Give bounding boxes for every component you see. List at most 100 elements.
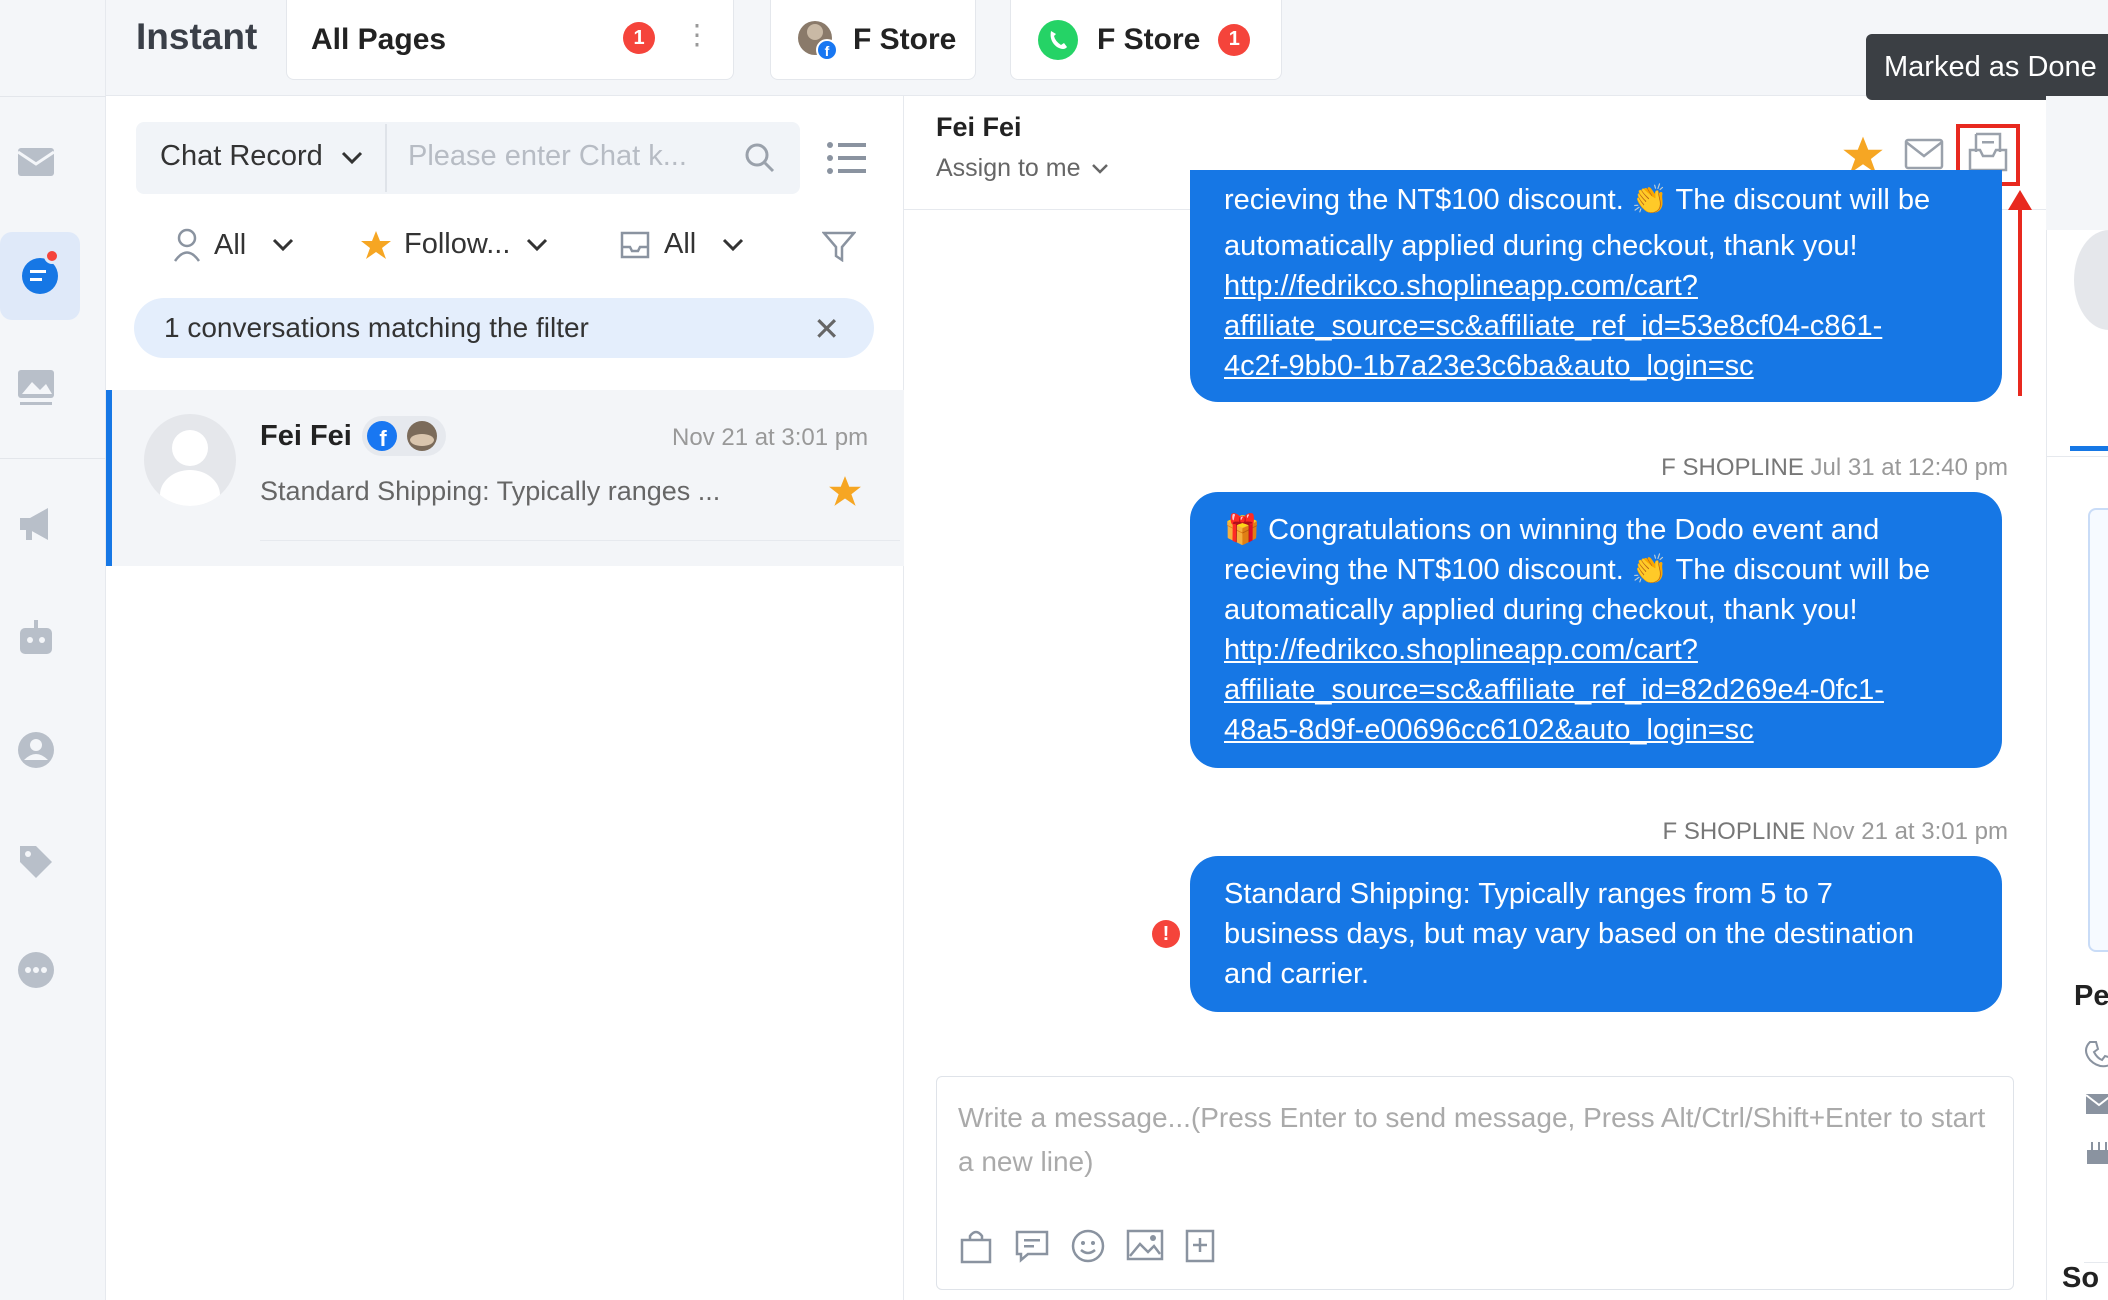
message-link[interactable]: 48a5-8d9f-e00696cc6102&auto_login=sc (1224, 710, 1968, 750)
tab-label: All Pages (311, 22, 447, 56)
message-text: Standard Shipping: Typically ranges from… (1224, 878, 1833, 910)
status-filter[interactable]: All (618, 228, 744, 261)
search-divider (385, 124, 387, 192)
emoji-icon[interactable] (1070, 1228, 1110, 1268)
rail-divider (0, 96, 106, 97)
status-filter-label: All (664, 228, 697, 260)
search-input[interactable]: Please enter Chat k... (408, 140, 687, 173)
message-link[interactable]: affiliate_source=sc&affiliate_ref_id=82d… (1224, 670, 1968, 710)
bot-icon[interactable] (10, 612, 62, 664)
conversation-time: Nov 21 at 3:01 pm (672, 424, 869, 451)
filter-match-banner: 1 conversations matching the filter ✕ (134, 298, 874, 358)
star-icon[interactable] (828, 474, 862, 513)
message-time: Nov 21 at 3:01 pm (1811, 818, 2008, 845)
search-icon[interactable] (744, 142, 776, 179)
tab-all-pages[interactable]: All Pages 1 ⋮ (286, 0, 734, 80)
funnel-filter-icon[interactable] (821, 230, 857, 267)
svg-text:f: f (379, 426, 387, 451)
close-icon[interactable]: ✕ (813, 310, 840, 348)
user-icon (173, 228, 201, 262)
chat-nav-item[interactable] (0, 232, 80, 320)
divider (2046, 456, 2108, 457)
section-heading: Pe (2074, 980, 2108, 1012)
message-bubble: recieving the NT$100 discount. 👏 The dis… (1190, 170, 2002, 402)
quick-reply-icon[interactable] (1014, 1228, 1054, 1268)
notification-dot (44, 248, 60, 264)
chat-contact-name: Fei Fei (936, 112, 1022, 142)
kebab-menu-icon[interactable]: ⋮ (683, 18, 711, 51)
chevron-down-icon (723, 238, 744, 251)
tags-icon[interactable] (10, 836, 62, 888)
message-link[interactable]: 4c2f-9bb0-1b7a23e3c6ba&auto_login=sc (1224, 346, 1968, 386)
store-facebook-avatar-icon: f (797, 20, 838, 61)
inbox-icon[interactable] (10, 136, 62, 188)
info-box (2088, 508, 2108, 952)
channel-badges: f (362, 416, 446, 456)
annotation-arrow-head (2008, 190, 2032, 210)
list-view-icon[interactable] (826, 140, 866, 181)
megaphone-icon[interactable] (10, 498, 62, 550)
add-note-icon[interactable] (1184, 1228, 1224, 1268)
send-error-icon[interactable]: ! (1152, 920, 1180, 948)
message-time: Jul 31 at 12:40 pm (1810, 454, 2008, 481)
assignee-filter-label: All (214, 228, 247, 261)
tab-f-store-facebook[interactable]: f F Store (770, 0, 976, 80)
app-title: Instant (136, 16, 258, 57)
message-text: and carrier. (1224, 958, 1370, 990)
star-icon (361, 230, 391, 259)
tab-label: F Store (1097, 22, 1201, 56)
follow-filter-label: Follow... (404, 228, 511, 260)
inbox-tray-icon (620, 231, 650, 258)
message-link[interactable]: affiliate_source=sc&affiliate_ref_id=53e… (1224, 306, 1968, 346)
message-bubble: Standard Shipping: Typically ranges from… (1190, 856, 2002, 1012)
follow-filter[interactable]: Follow... (360, 228, 548, 261)
message-input[interactable]: Write a message...(Press Enter to send m… (958, 1096, 1998, 1184)
divider (260, 540, 900, 541)
unread-badge: 1 (623, 22, 655, 54)
filter-match-text: 1 conversations matching the filter (164, 312, 589, 343)
chevron-down-icon (1091, 163, 1108, 174)
message-text: business days, but may vary based on the… (1224, 918, 1914, 950)
message-text: recieving the NT$100 discount. 👏 The dis… (1224, 554, 1931, 586)
message-text: recieving the NT$100 discount. 👏 The dis… (1224, 184, 1931, 216)
message-text: automatically applied during checkout, t… (1224, 230, 1858, 262)
birthday-cake-icon (2084, 1136, 2108, 1166)
image-upload-icon[interactable] (1126, 1228, 1166, 1268)
chevron-down-icon (527, 238, 548, 251)
shopping-bag-icon[interactable] (958, 1228, 998, 1268)
tooltip: Marked as Done (1866, 34, 2108, 100)
message-sender: F SHOPLINE (1662, 818, 1806, 845)
search-type-dropdown[interactable]: Chat Record (160, 140, 363, 173)
avatar (144, 414, 236, 506)
message-meta: F SHOPLINE Nov 21 at 3:01 pm (1500, 818, 2009, 846)
search-type-label: Chat Record (160, 140, 323, 172)
conversation-list-panel (106, 96, 904, 1300)
active-tab-indicator (2070, 446, 2108, 451)
whatsapp-icon (1037, 19, 1079, 61)
message-bubble: 🎁 Congratulations on winning the Dodo ev… (1190, 492, 2002, 768)
svg-text:f: f (825, 43, 830, 59)
message-meta: F SHOPLINE Jul 31 at 12:40 pm (1500, 454, 2008, 482)
page-avatar-icon (407, 421, 437, 451)
assign-dropdown[interactable]: Assign to me (936, 154, 1109, 183)
more-icon[interactable] (10, 944, 62, 996)
mail-icon (2084, 1092, 2108, 1122)
tab-f-store-whatsapp[interactable]: F Store 1 (1010, 0, 1282, 80)
message-link[interactable]: http://fedrikco.shoplineapp.com/cart? (1224, 630, 1968, 670)
conversation-preview: Standard Shipping: Typically ranges ... (260, 476, 721, 506)
contacts-icon[interactable] (10, 724, 62, 776)
section-heading: So (2062, 1262, 2100, 1294)
annotation-arrow (2018, 200, 2022, 396)
image-gallery-icon[interactable] (10, 360, 62, 412)
unread-badge: 1 (1218, 23, 1251, 56)
message-sender: F SHOPLINE (1661, 454, 1804, 481)
message-text: 🎁 Congratulations on winning the Dodo ev… (1224, 514, 1880, 546)
phone-icon (2084, 1040, 2108, 1070)
message-link[interactable]: http://fedrikco.shoplineapp.com/cart? (1224, 266, 1968, 306)
conversation-name: Fei Fei (260, 420, 352, 452)
facebook-icon: f (367, 421, 397, 451)
chevron-down-icon (341, 140, 363, 173)
chevron-down-icon (273, 238, 294, 252)
message-text: automatically applied during checkout, t… (1224, 594, 1858, 626)
assignee-filter[interactable]: All (172, 228, 294, 262)
